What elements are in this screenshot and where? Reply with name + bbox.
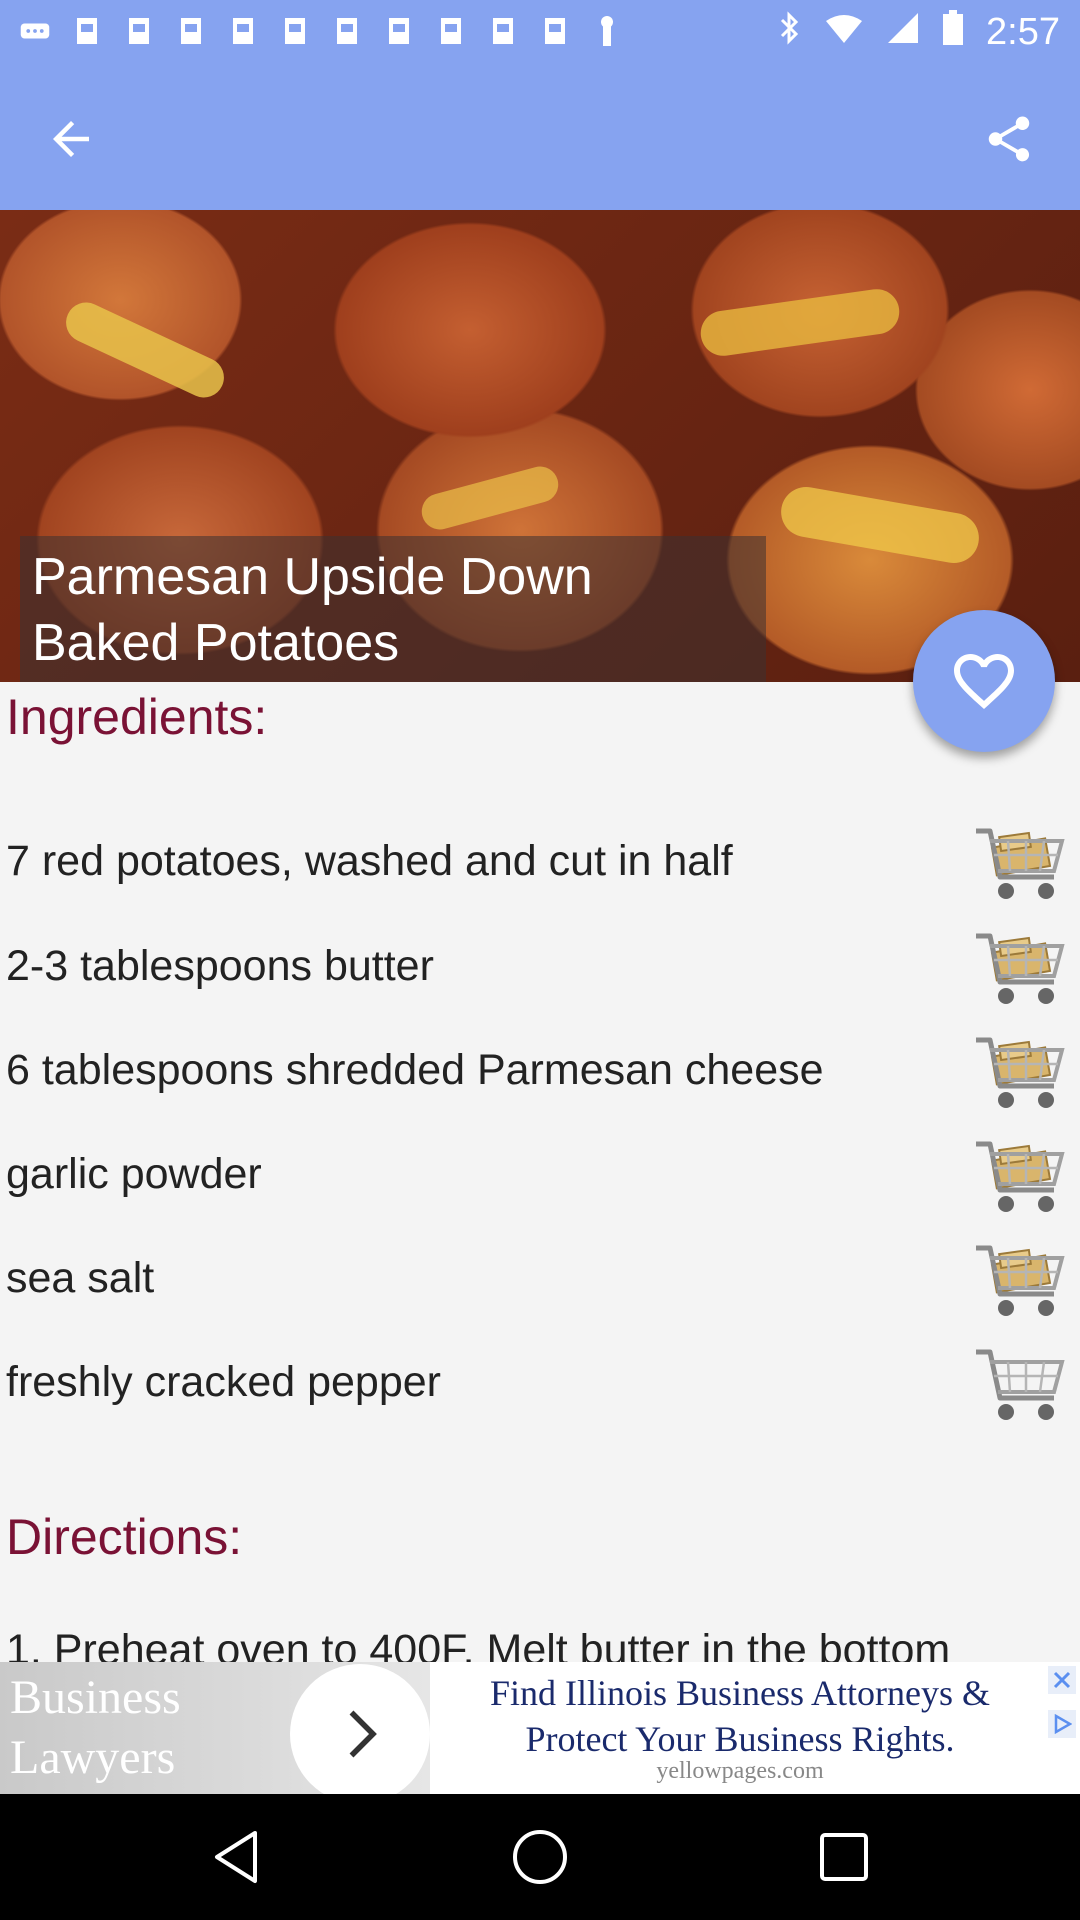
image-icon [124,14,154,48]
status-time: 2:57 [986,11,1060,53]
nav-recents-button[interactable] [814,1827,874,1887]
cheese-melt [777,483,983,567]
status-bar: 2:57 [0,0,1080,64]
recipe-title-line2: Baked Potatoes [32,614,400,672]
recipe-hero-image: Parmesan Upside Down Baked Potatoes [0,210,1080,682]
cart-full-icon [976,828,1065,899]
status-right: 2:57 [778,10,1060,55]
ingredient-text: 2-3 tablespoons butter [6,942,434,990]
nav-back-button[interactable] [206,1827,266,1887]
ad-choices-button[interactable] [1048,1710,1076,1738]
nav-home-button[interactable] [510,1827,570,1887]
ad-left-line2: Lawyers [10,1731,176,1784]
cheese-melt [697,286,903,359]
arrow-back-icon [53,121,89,157]
ingredient-text: garlic powder [6,1150,262,1198]
recipe-title: Parmesan Upside Down Baked Potatoes [32,544,752,676]
cart-full-icon [976,1141,1065,1212]
ad-choices-icon [1054,1714,1072,1734]
cheese-melt [417,462,563,534]
ad-banner[interactable]: Business Lawyers Find Illinois Business … [0,1662,1080,1794]
ingredient-row: garlic powder [0,1128,1080,1228]
image-icon [540,14,570,48]
ingredient-row: 2-3 tablespoons butter [0,920,1080,1020]
signal-icon [886,11,920,54]
bluetooth-icon [778,10,802,55]
heart-icon [954,654,1014,710]
notification-icons [20,14,622,48]
recipe-title-line1: Parmesan Upside Down [32,548,593,606]
direction-step: 1. Preheat oven to 400F. Melt butter in … [6,1626,951,1662]
square-recents-icon [820,1833,868,1881]
ad-arrow-button[interactable] [290,1664,430,1794]
favorite-button[interactable] [913,610,1055,752]
ingredient-row: 7 red potatoes, washed and cut in half [0,815,1080,915]
share-button[interactable] [974,104,1044,174]
image-icon [72,14,102,48]
ingredient-text: sea salt [6,1254,155,1302]
ad-left-line1: Business [10,1671,181,1724]
cart-full-icon [976,1037,1065,1108]
battery-icon [942,10,964,55]
cart-empty-icon [976,1349,1065,1420]
ingredient-row: 6 tablespoons shredded Parmesan cheese [0,1024,1080,1124]
ad-left-text: Business Lawyers [10,1668,181,1788]
image-icon [436,14,466,48]
navigation-bar [0,1794,1080,1920]
cart-full-button[interactable] [970,1128,1070,1228]
directions-heading: Directions: [6,1509,243,1565]
close-icon [1053,1671,1071,1689]
image-icon [228,14,258,48]
image-icon [280,14,310,48]
chevron-right-icon [349,1710,377,1758]
cart-full-button[interactable] [970,920,1070,1020]
circle-home-icon [513,1830,567,1884]
ingredient-text: 7 red potatoes, washed and cut in half [6,837,733,885]
cart-full-button[interactable] [970,1232,1070,1332]
ingredient-row: sea salt [0,1232,1080,1332]
app-bar [0,64,1080,210]
ad-image: Business Lawyers [0,1662,430,1794]
wifi-icon [824,12,864,54]
cheese-melt [59,295,231,405]
cart-full-button[interactable] [970,1024,1070,1124]
ingredient-text: 6 tablespoons shredded Parmesan cheese [6,1046,824,1094]
image-icon [332,14,362,48]
cart-full-icon [976,933,1065,1004]
image-icon [176,14,206,48]
ingredients-heading: Ingredients: [6,689,268,745]
more-icon [20,14,50,48]
image-icon [488,14,518,48]
ad-headline[interactable]: Find Illinois Business Attorneys & Prote… [440,1670,1040,1762]
triangle-back-icon [215,1831,257,1883]
cart-full-button[interactable] [970,815,1070,915]
ad-close-button[interactable] [1048,1666,1076,1694]
cart-empty-button[interactable] [970,1336,1070,1436]
image-icon [384,14,414,48]
share-icon [988,116,1030,162]
ad-domain: yellowpages.com [656,1758,824,1784]
upload-icon [592,14,622,48]
ingredient-row: freshly cracked pepper [0,1336,1080,1436]
back-button[interactable] [36,104,106,174]
ingredient-text: freshly cracked pepper [6,1358,441,1406]
cart-full-icon [976,1245,1065,1316]
